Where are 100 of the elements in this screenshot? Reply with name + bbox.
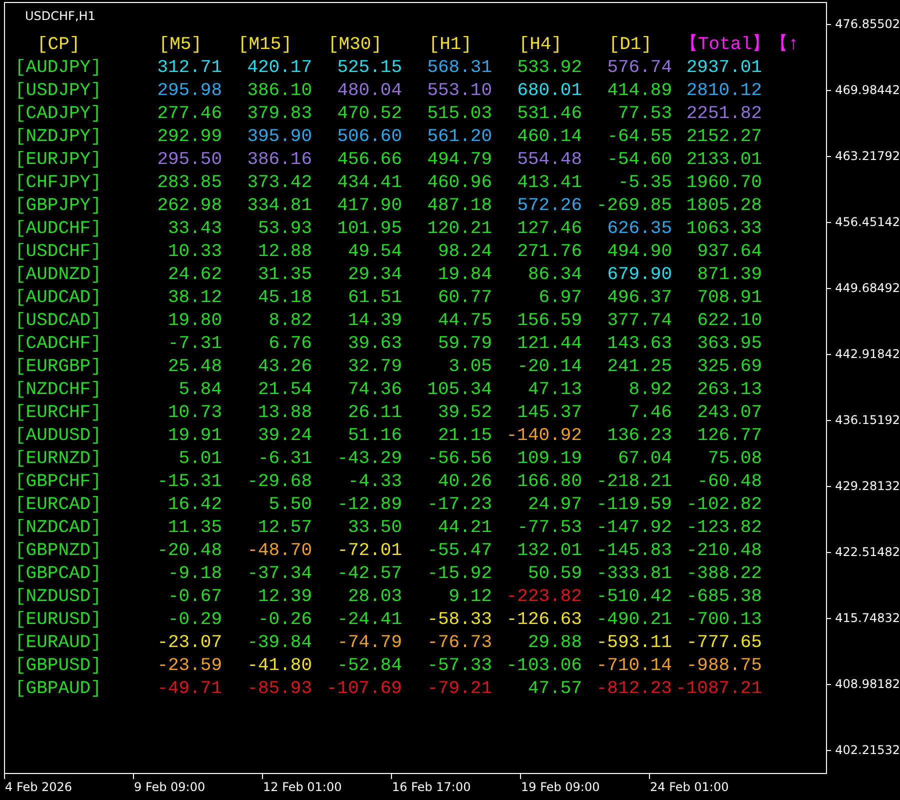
- table-cell-text: 126.77: [696, 425, 763, 448]
- table-cell-text: 33.50: [346, 517, 402, 540]
- table-cell-text: 2937.01: [685, 57, 763, 80]
- table-cell-text: 679.90: [606, 264, 672, 287]
- table-cell-text: 377.74: [606, 310, 672, 333]
- table-cell-text: 494.90: [606, 241, 672, 264]
- table-cell-text: 49.54: [346, 241, 402, 264]
- table-cell-text: 312.71: [156, 57, 222, 80]
- pair-label: [GBPAUD]: [15, 678, 102, 701]
- table-cell-text: 395.90: [246, 126, 312, 149]
- price-label: 476.85502: [827, 15, 900, 33]
- table-cell-text: -269.85: [595, 195, 672, 218]
- table-cell-text: 6.97: [538, 287, 582, 310]
- table-cell-text: -140.92: [505, 425, 582, 448]
- pair-label: [CADJPY]: [15, 103, 102, 126]
- table-cell-text: 506.60: [336, 126, 402, 149]
- pair-label: [EURUSD]: [15, 609, 102, 632]
- pair-label: [GBPCAD]: [15, 563, 102, 586]
- table-cell-text: 67.04: [616, 448, 672, 471]
- time-label: 12 Feb 01:00: [263, 780, 342, 794]
- column-header: [M5]: [158, 34, 203, 57]
- time-label: 9 Feb 09:00: [134, 780, 206, 794]
- pair-label: [EURCAD]: [15, 494, 102, 517]
- pair-label: [CHFJPY]: [15, 172, 102, 195]
- table-cell-text: 283.85: [156, 172, 222, 195]
- table-cell-text: -52.84: [336, 655, 402, 678]
- table-cell-text: 13.88: [256, 402, 312, 425]
- price-label: 415.74832: [827, 609, 900, 627]
- time-label: 19 Feb 09:00: [521, 780, 600, 794]
- table-cell-text: -988.75: [685, 655, 763, 678]
- column-header: [D1]: [608, 34, 653, 57]
- table-cell-text: 44.21: [436, 517, 492, 540]
- table-cell-text: 277.46: [156, 103, 222, 126]
- table-cell-text: 105.34: [426, 379, 492, 402]
- pair-label: [NZDCHF]: [15, 379, 102, 402]
- table-cell-text: 417.90: [336, 195, 402, 218]
- table-cell-text: -510.42: [595, 586, 672, 609]
- pair-label: [AUDCAD]: [15, 287, 102, 310]
- table-cell-text: 156.59: [516, 310, 582, 333]
- table-cell-text: 680.01: [516, 80, 582, 103]
- table-cell-text: 43.26: [256, 356, 312, 379]
- table-cell-text: 414.89: [606, 80, 672, 103]
- table-cell-text: 25.48: [166, 356, 222, 379]
- column-header: [CP]: [36, 34, 82, 57]
- table-cell-text: -490.21: [595, 609, 672, 632]
- table-cell-text: 109.19: [516, 448, 582, 471]
- table-cell-text: 576.74: [606, 57, 672, 80]
- table-cell-text: 28.03: [346, 586, 402, 609]
- table-cell-text: 5.50: [268, 494, 312, 517]
- table-cell-text: -79.21: [426, 678, 492, 701]
- table-cell-text: 39.24: [256, 425, 312, 448]
- table-cell-text: -7.31: [166, 333, 222, 356]
- table-cell-text: -49.71: [156, 678, 222, 701]
- table-cell-text: 31.35: [256, 264, 312, 287]
- pair-label: [NZDJPY]: [15, 126, 102, 149]
- table-cell-text: -223.82: [505, 586, 582, 609]
- table-cell-text: 53.93: [256, 218, 312, 241]
- column-header: [H4]: [518, 34, 563, 57]
- table-cell-text: 145.37: [516, 402, 582, 425]
- pair-label: [USDCAD]: [15, 310, 102, 333]
- table-cell-text: -24.41: [336, 609, 402, 632]
- column-header: [M15]: [236, 34, 293, 57]
- table-cell-text: 553.10: [426, 80, 492, 103]
- time-label: 24 Feb 01:00: [650, 780, 729, 794]
- price-label: 408.98182: [827, 675, 900, 693]
- table-cell-text: 363.95: [696, 333, 763, 356]
- pair-label: [GBPNZD]: [15, 540, 102, 563]
- table-cell-text: 29.88: [526, 632, 582, 655]
- table-cell-text: 262.98: [156, 195, 222, 218]
- table-cell-text: 379.83: [246, 103, 312, 126]
- price-label: 449.68492: [827, 279, 900, 297]
- table-cell-text: 10.33: [166, 241, 222, 264]
- table-cell-text: -43.29: [336, 448, 402, 471]
- table-cell-text: 47.13: [526, 379, 582, 402]
- table-cell-text: 75.08: [706, 448, 763, 471]
- table-cell-text: -777.65: [685, 632, 763, 655]
- table-cell-text: -64.55: [606, 126, 672, 149]
- table-cell-text: 98.24: [436, 241, 492, 264]
- table-cell-text: 21.54: [256, 379, 312, 402]
- table-cell-text: -29.68: [246, 471, 312, 494]
- table-cell-text: -77.53: [516, 517, 582, 540]
- table-cell-text: 166.80: [516, 471, 582, 494]
- table-cell-text: 626.35: [606, 218, 672, 241]
- table-cell-text: -76.73: [426, 632, 492, 655]
- table-cell-text: 271.76: [516, 241, 582, 264]
- table-cell-text: -123.82: [685, 517, 763, 540]
- table-cell-text: 334.81: [246, 195, 312, 218]
- table-cell-text: -388.22: [685, 563, 763, 586]
- table-cell-text: 45.18: [256, 287, 312, 310]
- table-cell-text: 1805.28: [685, 195, 763, 218]
- time-label: 4 Feb 2026: [5, 780, 72, 794]
- pair-label: [USDCHF]: [15, 241, 102, 264]
- table-cell-text: 496.37: [606, 287, 672, 310]
- table-cell-text: -145.83: [595, 540, 672, 563]
- table-cell-text: 120.21: [426, 218, 492, 241]
- table-cell-text: -37.34: [246, 563, 312, 586]
- column-header: [H1]: [428, 34, 473, 57]
- table-cell-text: 295.98: [156, 80, 222, 103]
- table-cell-text: 44.75: [436, 310, 492, 333]
- price-label: 402.21532: [827, 741, 900, 759]
